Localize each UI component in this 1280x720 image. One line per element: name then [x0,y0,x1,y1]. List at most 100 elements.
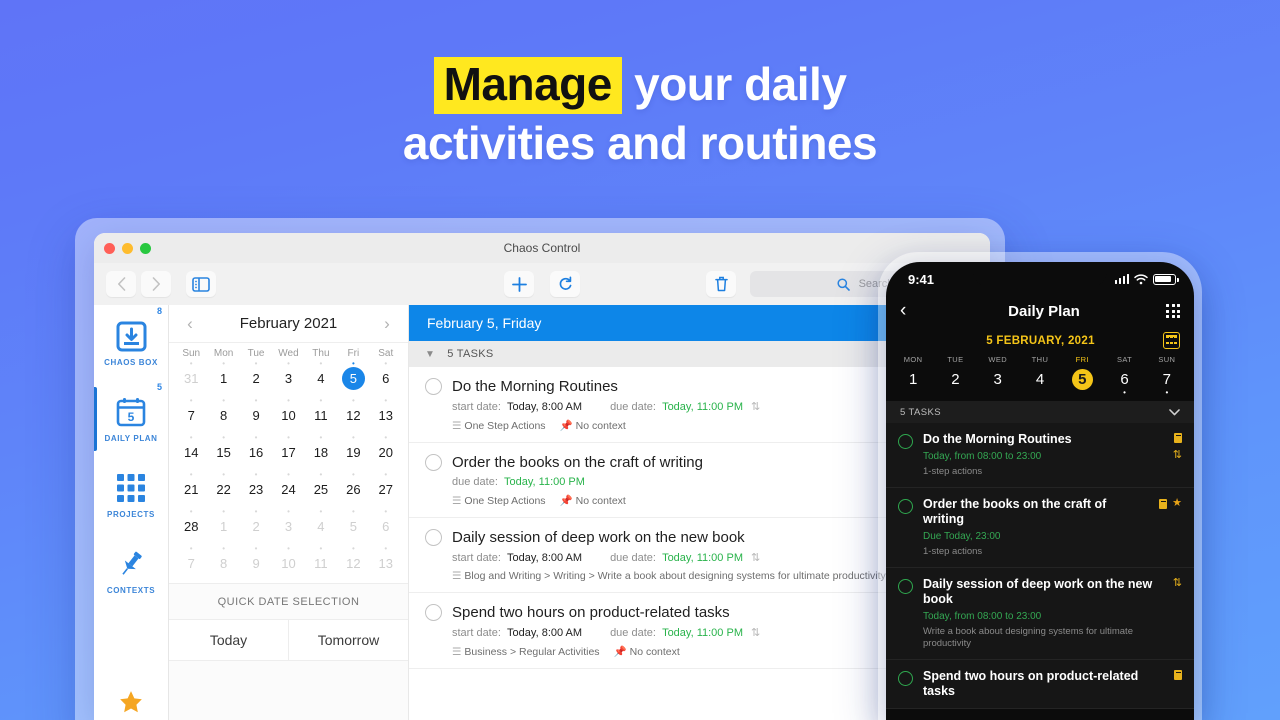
calendar-day-cell[interactable]: • 23 [240,471,272,509]
calendar-day-cell[interactable]: • 6 [370,360,402,398]
calendar-grid: • 31 • 1 • 2 • 3 • 4 • 5 • 6 • 7 • 8 • 9 • 10 • 11 • 12 • 13 • 14 • 15 •… [169,360,408,583]
add-task-button[interactable] [504,271,534,297]
phone-back-button[interactable]: ‹ [900,300,922,322]
calendar-day-cell[interactable]: • 12 [337,545,369,583]
calendar-day-cell[interactable]: • 22 [207,471,239,509]
phone-week-day[interactable]: MON 1 [892,355,934,395]
calendar-day-cell[interactable]: • 9 [240,397,272,435]
calendar-day-cell[interactable]: • 1 [207,508,239,546]
calendar-day-cell[interactable]: • 21 [175,471,207,509]
task-complete-checkbox[interactable] [425,454,442,471]
weekday-label: Sun [182,348,201,359]
calendar-day-cell[interactable]: • 16 [240,434,272,472]
calendar-day-cell[interactable]: • 14 [175,434,207,472]
calendar-day-cell[interactable]: • 7 [175,545,207,583]
calendar-day-cell[interactable]: • 24 [272,471,304,509]
calendar-day-number: 26 [346,482,361,497]
calendar-icon[interactable] [1163,332,1180,349]
minimize-button[interactable] [122,243,133,254]
calendar-day-number: 8 [220,556,228,571]
task-complete-checkbox[interactable] [425,604,442,621]
calendar-day-cell[interactable]: • 5 [337,360,369,398]
calendar-day-cell[interactable]: • 8 [207,397,239,435]
toggle-sidebar-button[interactable] [186,271,216,297]
task-complete-checkbox[interactable] [425,529,442,546]
task-complete-checkbox[interactable] [425,378,442,395]
calendar-day-cell[interactable]: • 20 [370,434,402,472]
calendar-day-number: 13 [378,408,393,423]
sidebar-item-chaos-box[interactable]: 8 CHAOS BOX [94,305,168,381]
calendar-day-cell[interactable]: • 5 [337,508,369,546]
forward-button[interactable] [141,271,171,297]
calendar-day-cell[interactable]: • 28 [175,508,207,546]
calendar-day-cell[interactable]: • 1 [207,360,239,398]
weekday-label: Fri [347,348,360,359]
calendar-day-cell[interactable]: • 3 [272,360,304,398]
sidebar-item-daily-plan[interactable]: 5 5 DAILY PLAN [94,381,168,457]
calendar-day-cell[interactable]: • 17 [272,434,304,472]
calendar-day-cell[interactable]: • 15 [207,434,239,472]
sidebar-item-contexts[interactable]: CONTEXTS [94,533,168,609]
phone-task-subtitle: 1-step actions [923,546,983,557]
back-button[interactable] [106,271,136,297]
phone-task-list: Do the Morning Routines Today, from 08:00… [886,423,1194,709]
project-icon: ☰ [452,495,462,507]
maximize-button[interactable] [140,243,151,254]
sidebar-label-projects: PROJECTS [107,510,155,519]
headline-rest: your daily [634,58,847,110]
phone-task-row[interactable]: Spend two hours on product-related tasks [886,660,1194,709]
phone-task-row[interactable]: Order the books on the craft of writing D… [886,488,1194,568]
calendar-day-cell[interactable]: • 2 [240,360,272,398]
calendar-day-cell[interactable]: • 31 [175,360,207,398]
calendar-day-cell[interactable]: • 3 [272,508,304,546]
close-button[interactable] [104,243,115,254]
phone-task-complete-checkbox[interactable] [898,434,913,449]
calendar-day-cell[interactable]: • 13 [370,397,402,435]
calendar-day-cell[interactable]: • 4 [305,360,337,398]
calendar-day-cell[interactable]: • 12 [337,397,369,435]
quick-date-tomorrow-button[interactable]: Tomorrow [288,620,408,660]
phone-task-complete-checkbox[interactable] [898,671,913,686]
phone-week-day[interactable]: THU 4 [1019,355,1061,395]
calendar-day-cell[interactable]: • 18 [305,434,337,472]
calendar-day-cell[interactable]: • 4 [305,508,337,546]
phone-task-complete-checkbox[interactable] [898,499,913,514]
sidebar-item-projects[interactable]: PROJECTS [94,457,168,533]
calendar-day-cell[interactable]: • 19 [337,434,369,472]
calendar-day-cell[interactable]: • 7 [175,397,207,435]
delete-button[interactable] [706,271,736,297]
calendar-day-cell[interactable]: • 13 [370,545,402,583]
context-pin-icon: 📌 [613,646,627,658]
calendar-day-cell[interactable]: • 2 [240,508,272,546]
calendar-next-button[interactable]: › [378,314,396,334]
phone-week-day[interactable]: FRI 5 [1061,355,1103,395]
calendar-prev-button[interactable]: ‹ [181,314,199,334]
calendar-day-number: 22 [216,482,231,497]
phone-week-day-name: FRI [1075,355,1089,364]
calendar-day-cell[interactable]: • 10 [272,545,304,583]
phone-week-day[interactable]: WED 3 [977,355,1019,395]
sidebar-item-starred[interactable] [94,689,168,720]
phone-task-row[interactable]: Do the Morning Routines Today, from 08:00… [886,423,1194,488]
quick-date-today-button[interactable]: Today [169,620,288,660]
phone-week-day[interactable]: SAT 6 • [1103,355,1145,397]
phone-task-complete-checkbox[interactable] [898,579,913,594]
calendar-day-cell[interactable]: • 6 [370,508,402,546]
calendar-day-cell[interactable]: • 8 [207,545,239,583]
calendar-day-cell[interactable]: • 9 [240,545,272,583]
cellular-signal-icon [1114,274,1129,284]
phone-week-day-name: SUN [1158,355,1176,364]
calendar-day-cell[interactable]: • 26 [337,471,369,509]
sync-button[interactable] [550,271,580,297]
task-title: Do the Morning Routines [452,378,618,395]
calendar-day-cell[interactable]: • 11 [305,397,337,435]
calendar-day-cell[interactable]: • 27 [370,471,402,509]
phone-tasks-count-bar[interactable]: 5 TASKS [886,401,1194,423]
grid-dots-icon[interactable] [1166,304,1180,318]
calendar-day-cell[interactable]: • 11 [305,545,337,583]
phone-week-day[interactable]: SUN 7 • [1146,355,1188,397]
calendar-day-cell[interactable]: • 25 [305,471,337,509]
phone-week-day[interactable]: TUE 2 [934,355,976,395]
calendar-day-cell[interactable]: • 10 [272,397,304,435]
phone-task-row[interactable]: Daily session of deep work on the new bo… [886,568,1194,660]
